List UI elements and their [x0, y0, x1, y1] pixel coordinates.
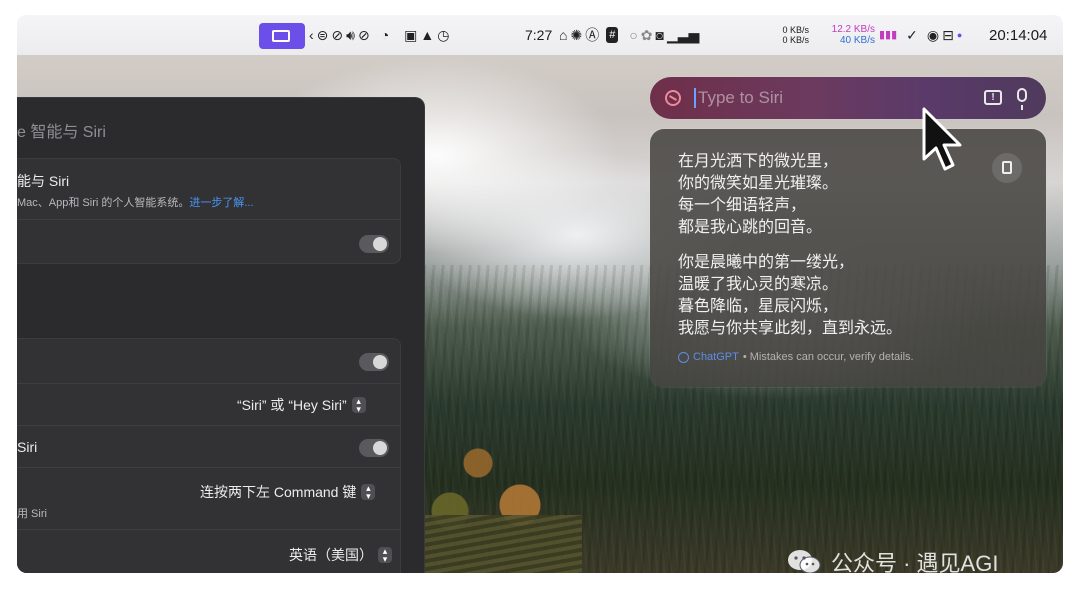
- siri-sub-label: 用 Siri: [17, 508, 47, 520]
- a-icon[interactable]: Ⓐ: [585, 28, 599, 42]
- divider: [17, 383, 400, 384]
- dot-icon: ●: [956, 30, 963, 40]
- disclaimer: • Mistakes can occur, verify details.: [742, 351, 914, 363]
- poem-line: 温暖了我心灵的寒凉。: [678, 276, 839, 293]
- route-icon[interactable]: ⊘: [331, 28, 343, 42]
- menu-clock[interactable]: 20:14:04: [989, 15, 1047, 55]
- learn-more-link[interactable]: 进一步了解...: [189, 197, 253, 209]
- back-chevron-icon[interactable]: ‹: [309, 28, 314, 42]
- siri-label: Siri: [17, 439, 38, 455]
- ai-app-icon[interactable]: [259, 23, 305, 49]
- camera-icon[interactable]: ◙: [656, 28, 664, 42]
- text-caret: [694, 88, 696, 108]
- hash-icon[interactable]: #: [606, 27, 619, 43]
- chatgpt-icon[interactable]: ✺: [570, 28, 582, 42]
- watermark: 公众号 · 遇见AGI: [787, 547, 998, 573]
- timer-icon[interactable]: ◔: [381, 28, 389, 42]
- status-icons-middle: ⌂ ✺ Ⓐ # ○ ✿ ◙ ▁▃▅: [559, 15, 702, 55]
- home-icon[interactable]: ⌂: [559, 28, 567, 42]
- language-value: 英语（美国）: [289, 547, 373, 563]
- chevron-updown-icon: ▴ ▾: [351, 397, 366, 414]
- keyboard-shortcut-popup[interactable]: 连按两下左 Command 键 ▴ ▾: [200, 482, 376, 502]
- volume-icon[interactable]: 🔊︎: [346, 28, 355, 42]
- poem-line: 都是我心跳的回音。: [678, 219, 823, 236]
- feedback-icon[interactable]: !: [984, 90, 1002, 105]
- network-monitor-b[interactable]: 12.2 KB/s 40 KB/s: [817, 15, 875, 55]
- copy-icon: [1002, 161, 1012, 174]
- language-popup[interactable]: 英语（美国） ▴ ▾: [289, 545, 392, 565]
- response-footer: ChatGPT • Mistakes can occur, verify det…: [678, 351, 914, 363]
- siri-lock-toggle[interactable]: [359, 439, 389, 457]
- divider: [17, 425, 400, 426]
- type-to-siri-input[interactable]: [698, 88, 958, 108]
- no-compass-icon[interactable]: ⊘: [358, 28, 370, 42]
- listen-for-value: “Siri” 或 “Hey Siri”: [237, 397, 347, 413]
- poem-line: 你是晨曦中的第一缕光，: [678, 254, 855, 271]
- inbox-icon[interactable]: ▣: [404, 28, 417, 42]
- keyboard-shortcut-value: 连按两下左 Command 键: [200, 484, 357, 500]
- poem-line: 在月光洒下的微光里，: [678, 153, 839, 170]
- menu-clock-short[interactable]: 7:27: [525, 15, 552, 55]
- divider: [17, 219, 400, 220]
- flower-icon[interactable]: ✿: [641, 28, 653, 42]
- status-icons-left: ‹ ⊜ ⊘ 🔊︎ ⊘ ◔ ▣ ▲ ◷: [309, 15, 452, 55]
- provider-link[interactable]: ChatGPT: [693, 351, 739, 363]
- section-desc-text: Mac、App和 Siri 的个人智能系统。: [17, 197, 190, 209]
- intelligence-group: 能与 Siri Mac、App和 Siri 的个人智能系统。进一步了解...: [17, 158, 401, 264]
- settings-window: e 智能与 Siri 能与 Siri Mac、App和 Siri 的个人智能系统…: [17, 97, 425, 573]
- status-icons-right: ▮▮▮ ✓ ◉ ⊟ ●: [879, 15, 965, 55]
- watermark-text: 公众号 · 遇见AGI: [831, 551, 999, 573]
- settings-title: e 智能与 Siri: [17, 124, 106, 141]
- siri-toggle[interactable]: [359, 353, 389, 371]
- siri-input-bar: !: [650, 77, 1046, 119]
- wallpaper-vineyard: [422, 515, 582, 573]
- net-down-b: 40 KB/s: [839, 35, 875, 46]
- divider: [17, 529, 400, 530]
- chevron-updown-icon: ▴ ▾: [378, 547, 392, 564]
- mountains-icon[interactable]: ▲: [420, 28, 434, 42]
- microphone-icon[interactable]: [1017, 88, 1027, 110]
- wechat-icon: [788, 550, 821, 573]
- copy-button[interactable]: [992, 153, 1022, 183]
- mouse-pointer-icon: [922, 107, 962, 171]
- siri-icon: [665, 90, 681, 106]
- siri-response-card: 在月光洒下的微光里， 你的微笑如星光璀璨。 每一个细语轻声， 都是我心跳的回音。…: [650, 129, 1046, 387]
- listen-for-popup[interactable]: “Siri” 或 “Hey Siri” ▴ ▾: [237, 395, 366, 415]
- bars-icon[interactable]: ▁▃▅: [667, 28, 699, 42]
- divider: [17, 467, 400, 468]
- network-monitor-a[interactable]: 0 KB/s 0 KB/s: [769, 15, 809, 55]
- desktop-screen: ‹ ⊜ ⊘ 🔊︎ ⊘ ◔ ▣ ▲ ◷ 7:27 ⌂ ✺ Ⓐ # ○ ✿ ◙ ▁▃…: [17, 15, 1063, 573]
- clock-icon[interactable]: ◷: [437, 28, 449, 42]
- cpu-graph-icon[interactable]: ▮▮▮: [879, 28, 897, 42]
- chevron-updown-icon: ▴ ▾: [361, 484, 376, 501]
- circle-icon[interactable]: ○: [629, 28, 637, 42]
- toggle-icon[interactable]: ⊟: [942, 28, 954, 42]
- poem-line: 每一个细语轻声，: [678, 197, 807, 214]
- section-title: 能与 Siri: [17, 173, 70, 189]
- menu-bar: ‹ ⊜ ⊘ 🔊︎ ⊘ ◔ ▣ ▲ ◷ 7:27 ⌂ ✺ Ⓐ # ○ ✿ ◙ ▁▃…: [17, 15, 1063, 55]
- poem-line: 暮色降临，星辰闪烁，: [678, 298, 839, 315]
- poem-line: 我愿与你共享此刻，直到永远。: [678, 320, 903, 337]
- sync-icon[interactable]: ⊜: [317, 28, 329, 42]
- intelligence-toggle[interactable]: [359, 235, 389, 253]
- poem-line: 你的微笑如星光璀璨。: [678, 175, 839, 192]
- record-icon[interactable]: ◉: [927, 28, 939, 42]
- net-up-a: 0 KB/s: [782, 25, 809, 35]
- check-icon[interactable]: ✓: [906, 28, 918, 42]
- chatgpt-logo-icon: [678, 351, 689, 363]
- net-down-a: 0 KB/s: [782, 35, 809, 45]
- net-up-b: 12.2 KB/s: [831, 24, 875, 35]
- siri-settings-group: “Siri” 或 “Hey Siri” ▴ ▾ Siri 连按两下左 Command…: [17, 338, 401, 573]
- section-description: Mac、App和 Siri 的个人智能系统。进一步了解...: [17, 194, 254, 210]
